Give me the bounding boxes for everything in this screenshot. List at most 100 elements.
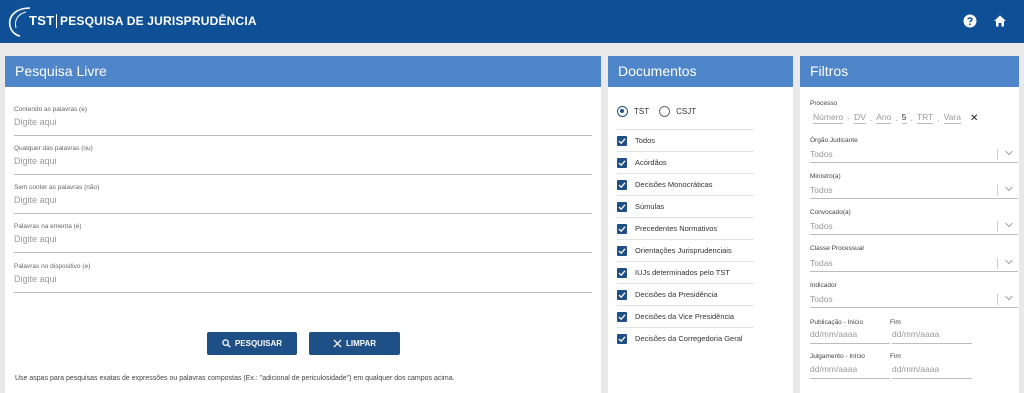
processo-ano-input[interactable]: Ano: [876, 112, 892, 124]
check-icon: [618, 291, 626, 298]
ministro-label: Ministro(a): [810, 173, 841, 180]
publicacao-fim-placeholder: dd/mm/aaaa: [892, 329, 940, 339]
radio-csjt-label: CSJT: [676, 107, 697, 116]
qualquer-palavras-input[interactable]: [14, 156, 592, 166]
doc-item-acordaos[interactable]: Acórdãos: [617, 151, 754, 173]
check-icon: [618, 335, 626, 342]
select-divider: [997, 221, 998, 232]
indicador-select[interactable]: Todos: [810, 292, 1018, 308]
doc-item-sumulas[interactable]: Súmulas: [617, 195, 754, 217]
publicacao-inicio-input[interactable]: dd/mm/aaaa: [810, 329, 890, 344]
julgamento-fim-input[interactable]: dd/mm/aaaa: [892, 364, 972, 379]
julgamento-inicio-input[interactable]: dd/mm/aaaa: [810, 364, 890, 379]
processo-justica-value: 5: [901, 112, 907, 124]
help-icon[interactable]: [963, 14, 977, 28]
doc-label-todos: Todos: [635, 136, 656, 145]
palavras-dispositivo-label: Palavras no dispositivo (e): [14, 263, 91, 270]
ministro-value: Todos: [810, 185, 833, 195]
checkbox-decisoes-monocraticas[interactable]: [617, 179, 627, 190]
doc-item-decisoes-vice-presidencia[interactable]: Decisões da Vice Presidência: [617, 305, 754, 327]
check-icon: [618, 247, 626, 254]
convocado-label: Convocado(a): [810, 209, 851, 216]
processo-vara-input[interactable]: Vara: [943, 112, 961, 124]
sem-conter-palavras-label: Sem conter as palavras (não): [14, 184, 100, 191]
select-divider: [997, 149, 998, 160]
palavras-dispositivo-input[interactable]: [14, 274, 592, 284]
doc-label-decisoes-monocraticas: Decisões Monocráticas: [635, 180, 713, 189]
check-icon: [618, 313, 626, 320]
julgamento-fim-placeholder: dd/mm/aaaa: [892, 364, 940, 374]
radio-tst[interactable]: [617, 106, 628, 117]
check-icon: [618, 159, 626, 166]
sem-conter-palavras-field: Sem conter as palavras (não): [14, 184, 592, 214]
check-icon: [618, 181, 626, 188]
pesquisa-livre-title: Pesquisa Livre: [5, 56, 601, 87]
julgamento-inicio-placeholder: dd/mm/aaaa: [810, 364, 858, 374]
doc-label-orientacoes-jurisprudenciais: Orientações Jurisprudenciais: [635, 246, 732, 255]
contendo-palavras-label: Contendo as palavras (e): [14, 106, 87, 113]
processo-separator: .: [895, 113, 898, 123]
checkbox-acordaos[interactable]: [617, 157, 627, 168]
checkbox-iujs[interactable]: [617, 267, 627, 278]
qualquer-palavras-label: Qualquer das palavras (ou): [14, 145, 93, 152]
convocado-value: Todos: [810, 221, 833, 231]
checkbox-decisoes-presidencia[interactable]: [617, 289, 627, 300]
palavras-ementa-field: Palavras na ementa (e): [14, 223, 592, 253]
home-icon[interactable]: [993, 14, 1007, 28]
radio-csjt[interactable]: [659, 106, 671, 117]
chevron-down-icon: [1005, 222, 1013, 228]
classe-processual-label: Classe Processual: [810, 245, 864, 252]
julgamento-fim-label: Fim: [890, 353, 901, 360]
checkbox-todos[interactable]: [617, 135, 627, 146]
processo-number-inputs: Número - DV . Ano . 5 . TRT . Vara ✕: [813, 112, 978, 124]
publicacao-fim-label: Fim: [890, 319, 901, 326]
check-icon: [618, 203, 626, 210]
chevron-down-icon: [1005, 150, 1013, 156]
publicacao-inicio-label: Publicação - Início: [810, 319, 864, 326]
qualquer-palavras-field: Qualquer das palavras (ou): [14, 145, 592, 175]
palavras-ementa-input[interactable]: [14, 234, 592, 244]
ministro-select[interactable]: Todos: [810, 183, 1018, 199]
checkbox-sumulas[interactable]: [617, 201, 627, 212]
doc-label-decisoes-corregedoria: Decisões da Corregedoria Geral: [635, 334, 743, 343]
select-divider: [997, 294, 998, 305]
select-divider: [997, 185, 998, 196]
pesquisar-button[interactable]: PESQUISAR: [207, 332, 297, 355]
doc-item-decisoes-monocraticas[interactable]: Decisões Monocráticas: [617, 173, 754, 195]
documentos-title: Documentos: [608, 56, 793, 87]
checkbox-orientacoes-jurisprudenciais[interactable]: [617, 245, 627, 256]
processo-separator: .: [937, 113, 940, 123]
convocado-select[interactable]: Todos: [810, 219, 1018, 235]
checkbox-decisoes-corregedoria[interactable]: [617, 333, 627, 344]
classe-processual-select[interactable]: Todas: [810, 256, 1018, 272]
doc-item-todos[interactable]: Todos: [617, 129, 754, 151]
document-type-list: Todos Acórdãos Decisões Monocráticas Súm…: [617, 129, 754, 349]
contendo-palavras-input[interactable]: [14, 117, 592, 127]
processo-trt-input[interactable]: TRT: [916, 112, 934, 124]
doc-item-decisoes-presidencia[interactable]: Decisões da Presidência: [617, 283, 754, 305]
checkbox-decisoes-vice-presidencia[interactable]: [617, 311, 627, 322]
processo-separator: .: [869, 113, 873, 123]
brand-name: TST: [29, 13, 55, 28]
processo-dv-input[interactable]: DV: [854, 112, 866, 124]
indicador-value: Todos: [810, 294, 833, 304]
sem-conter-palavras-input[interactable]: [14, 195, 592, 205]
doc-label-decisoes-presidencia: Decisões da Presidência: [635, 290, 718, 299]
doc-item-orientacoes-jurisprudenciais[interactable]: Orientações Jurisprudenciais: [617, 239, 754, 261]
documentos-panel: Documentos TST CSJT Todos Acórdãos Decis…: [608, 56, 793, 393]
doc-item-decisoes-corregedoria[interactable]: Decisões da Corregedoria Geral: [617, 327, 754, 349]
publicacao-fim-input[interactable]: dd/mm/aaaa: [892, 329, 972, 344]
processo-clear-icon[interactable]: ✕: [970, 113, 978, 124]
check-icon: [618, 269, 626, 276]
limpar-label: LIMPAR: [345, 339, 377, 348]
check-icon: [618, 137, 626, 144]
close-icon: [333, 339, 342, 348]
orgao-judicante-select[interactable]: Todos: [810, 147, 1018, 163]
processo-numero-input[interactable]: Número: [813, 112, 844, 124]
classe-processual-value: Todas: [810, 258, 833, 268]
doc-item-precedentes-normativos[interactable]: Precedentes Normativos: [617, 217, 754, 239]
limpar-button[interactable]: LIMPAR: [309, 332, 400, 355]
doc-item-iujs[interactable]: IUJs determinados pelo TST: [617, 261, 754, 283]
checkbox-precedentes-normativos[interactable]: [617, 223, 627, 234]
filtros-title: Filtros: [800, 56, 1019, 87]
